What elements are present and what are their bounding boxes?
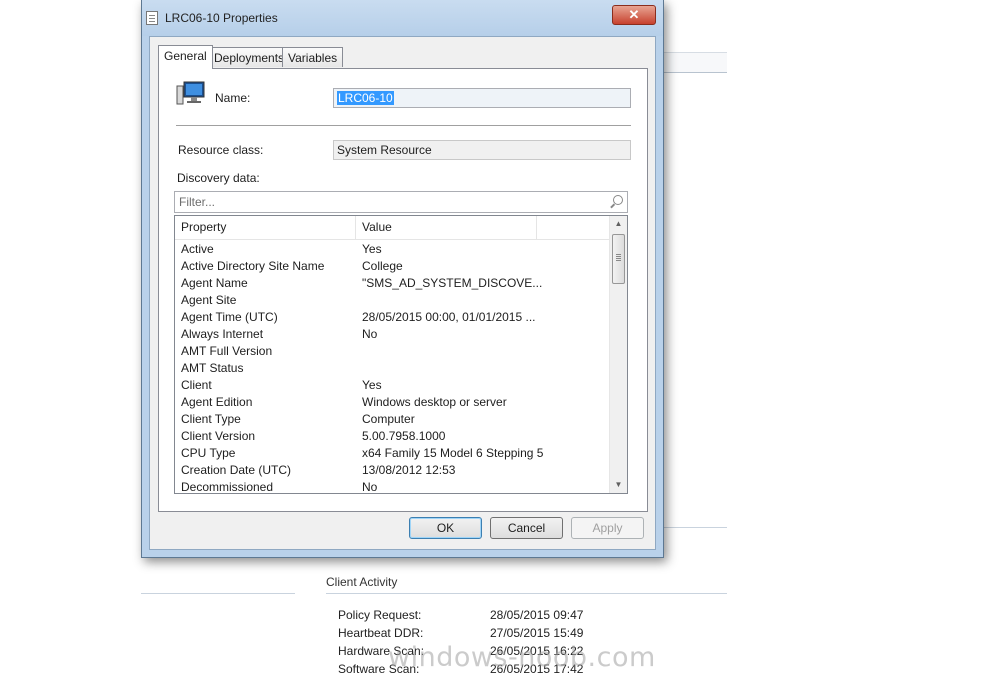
ok-button[interactable]: OK (409, 517, 482, 539)
client-activity-title: Client Activity (326, 575, 398, 589)
activity-row: Policy Request: 28/05/2015 09:47 (338, 608, 584, 622)
tab-general[interactable]: General (158, 45, 213, 69)
scroll-up-icon[interactable]: ▲ (610, 216, 627, 232)
scroll-down-icon[interactable]: ▼ (610, 477, 627, 493)
column-header-property[interactable]: Property (175, 216, 356, 239)
tab-deployments[interactable]: Deployments (208, 47, 291, 67)
column-header-value[interactable]: Value (356, 216, 537, 239)
resource-class-field: System Resource (333, 140, 631, 160)
general-tab-panel: Name: LRC06-10 Resource class: System Re… (158, 68, 648, 512)
close-button[interactable]: ✕ (612, 5, 656, 25)
search-icon[interactable] (613, 195, 623, 205)
background-divider (141, 593, 295, 594)
list-item[interactable]: Active Yes (175, 241, 612, 258)
dialog-body: General Deployments Variables Name: LRC0… (149, 36, 656, 550)
list-item[interactable]: Client Version 5.00.7958.1000 (175, 428, 612, 445)
title-bar[interactable]: LRC06-10 Properties ✕ (142, 0, 663, 36)
list-item[interactable]: AMT Full Version (175, 343, 612, 360)
list-header: Property Value (175, 216, 612, 240)
filter-input[interactable]: Filter... (174, 191, 628, 213)
vertical-scrollbar[interactable]: ▲ ▼ (609, 216, 627, 493)
list-item[interactable]: Always Internet No (175, 326, 612, 343)
name-value: LRC06-10 (337, 91, 394, 105)
list-rows: Active Yes Active Directory Site Name Coll… (175, 241, 612, 493)
list-item[interactable]: Client Yes (175, 377, 612, 394)
list-item[interactable]: AMT Status (175, 360, 612, 377)
list-item[interactable]: Active Directory Site Name College (175, 258, 612, 275)
activity-row: Heartbeat DDR: 27/05/2015 15:49 (338, 626, 584, 640)
list-item[interactable]: Creation Date (UTC) 13/08/2012 12:53 (175, 462, 612, 479)
dialog-title: LRC06-10 Properties (165, 11, 278, 25)
discovery-data-label: Discovery data: (177, 171, 260, 185)
properties-icon (146, 11, 158, 25)
background-divider (655, 527, 727, 528)
filter-placeholder: Filter... (179, 195, 216, 209)
apply-button[interactable]: Apply (571, 517, 644, 539)
background-panel-header (655, 52, 727, 73)
list-item[interactable]: Agent Name "SMS_AD_SYSTEM_DISCOVE... (175, 275, 612, 292)
list-item[interactable]: Agent Site (175, 292, 612, 309)
resource-class-label: Resource class: (178, 143, 264, 157)
watermark: windows-noob.com (388, 642, 656, 673)
background-divider (326, 593, 727, 594)
name-label: Name: (215, 91, 251, 105)
tab-variables[interactable]: Variables (282, 47, 344, 67)
list-item[interactable]: Client Type Computer (175, 411, 612, 428)
computer-icon (176, 81, 205, 105)
name-field[interactable]: LRC06-10 (333, 88, 631, 108)
list-item[interactable]: Agent Time (UTC) 28/05/2015 00:00, 01/01/… (175, 309, 612, 326)
list-item[interactable]: CPU Type x64 Family 15 Model 6 Stepping 5 (175, 445, 612, 462)
properties-dialog: LRC06-10 Properties ✕ General Deployment… (141, 0, 664, 558)
separator (176, 125, 631, 127)
discovery-data-list[interactable]: Property Value Active Yes Active Director… (174, 215, 628, 494)
list-item[interactable]: Agent Edition Windows desktop or server (175, 394, 612, 411)
cancel-button[interactable]: Cancel (490, 517, 563, 539)
list-item[interactable]: Decommissioned No (175, 479, 612, 493)
scrollbar-thumb[interactable] (612, 234, 625, 284)
